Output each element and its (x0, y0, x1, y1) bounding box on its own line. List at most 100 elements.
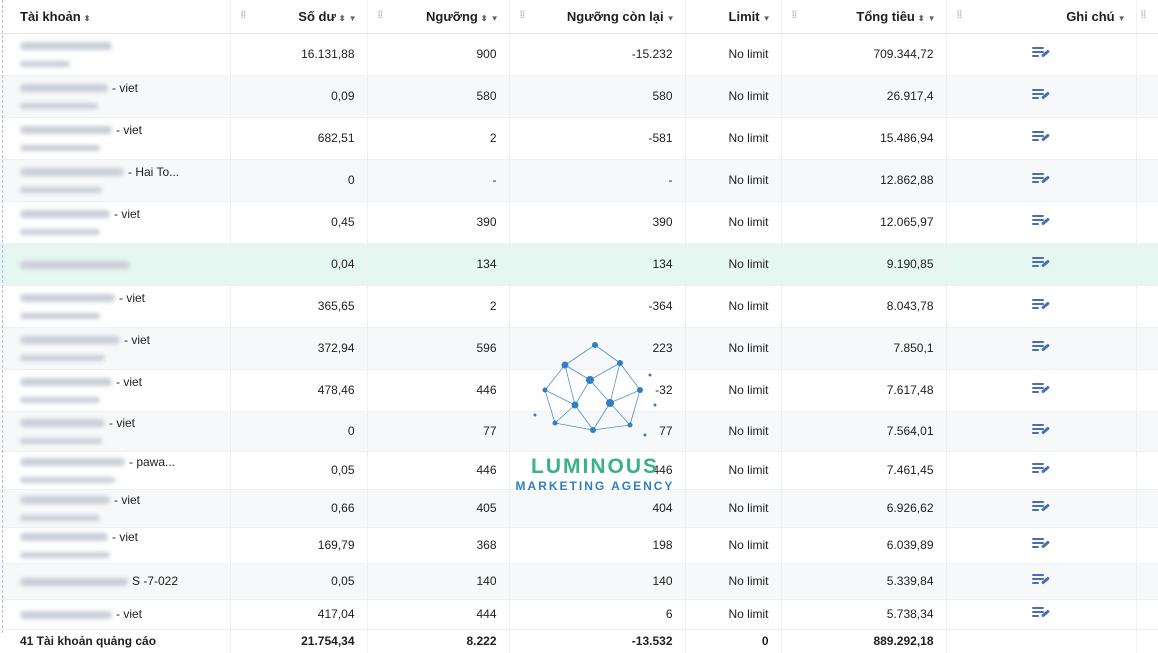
total-spend-cell: 709.344,72 (781, 33, 947, 76)
caret-down-icon[interactable]: ▼ (667, 14, 675, 23)
col-header-account[interactable]: Tài khoản ⬍ (0, 0, 231, 34)
col-header-balance[interactable]: ⁞⁞ Số dư ⬍ ▼ (230, 0, 368, 34)
note-cell[interactable] (946, 201, 1137, 244)
table-row[interactable]: - viet 0,09 580 580 No limit 26.917,4 (0, 75, 1158, 118)
note-cell[interactable] (946, 527, 1137, 564)
column-grip-icon[interactable]: ⁞⁞ (378, 10, 384, 21)
note-cell[interactable] (946, 75, 1137, 118)
account-name-suffix: - viet (116, 122, 143, 137)
col-header-label: Ngưỡng (426, 8, 478, 24)
edit-note-icon[interactable] (1032, 462, 1050, 476)
limit-cell: No limit (685, 369, 782, 412)
col-header-remaining-threshold[interactable]: ⁞⁞ Ngưỡng còn lại ▼ (509, 0, 686, 34)
account-name-suffix: - viet (119, 290, 146, 305)
col-header-limit[interactable]: Limit ▼ (685, 0, 782, 34)
table-row[interactable]: - viet 417,04 444 6 No limit 5.738,34 (0, 599, 1158, 630)
table-row[interactable]: - Hai To... 0- - No limit 12.862,88 (0, 159, 1158, 202)
account-cell[interactable]: - viet (0, 411, 231, 452)
caret-down-icon[interactable]: ▼ (491, 14, 499, 23)
edit-note-icon[interactable] (1032, 606, 1050, 620)
note-cell[interactable] (946, 599, 1137, 630)
column-grip-icon[interactable]: ⁞⁞ (1141, 10, 1147, 21)
sort-arrows-icon[interactable]: ⬍ (84, 14, 91, 23)
extra-cell (1136, 117, 1158, 160)
col-header-total-spend[interactable]: ⁞⁞ Tổng tiêu ⬍ ▼ (781, 0, 947, 34)
account-cell[interactable]: - viet (0, 327, 231, 370)
caret-down-icon[interactable]: ▼ (763, 14, 771, 23)
caret-down-icon[interactable]: ▼ (928, 14, 936, 23)
edit-note-icon[interactable] (1032, 172, 1050, 186)
table-row[interactable]: - viet 0,66 405 404 No limit 6.926,62 (0, 489, 1158, 528)
note-cell[interactable] (946, 33, 1137, 76)
edit-note-icon[interactable] (1032, 340, 1050, 354)
note-cell[interactable] (946, 563, 1137, 600)
column-grip-icon[interactable]: ⁞⁞ (792, 10, 798, 21)
table-row[interactable]: 16.131,88 900 -15.232 No limit 709.344,72 (0, 33, 1158, 76)
note-cell[interactable] (946, 411, 1137, 452)
edit-note-icon[interactable] (1032, 500, 1050, 514)
remaining-threshold-cell: 77 (509, 411, 686, 452)
note-cell[interactable] (946, 159, 1137, 202)
sort-arrows-icon[interactable]: ⬍ (339, 14, 346, 23)
edit-note-icon[interactable] (1032, 537, 1050, 551)
edit-note-icon[interactable] (1032, 46, 1050, 60)
col-header-note[interactable]: ⁞⁞ Ghi chú ▼ (946, 0, 1137, 34)
account-cell[interactable]: - viet (0, 75, 231, 118)
limit-cell: No limit (685, 285, 782, 328)
col-header-threshold[interactable]: ⁞⁞ Ngưỡng ⬍ ▼ (367, 0, 510, 34)
table-row[interactable]: - viet 365,65 2 -364 No limit 8.043,78 (0, 285, 1158, 328)
column-grip-icon[interactable]: ⁞⁞ (520, 10, 526, 21)
caret-down-icon[interactable]: ▼ (1118, 14, 1126, 23)
table-row[interactable]: - viet 682,51 2 -581 No limit 15.486,94 (0, 117, 1158, 160)
note-cell[interactable] (946, 489, 1137, 528)
note-cell[interactable] (946, 243, 1137, 286)
col-header-label: Ghi chú (1066, 8, 1115, 24)
extra-cell (1136, 285, 1158, 328)
column-grip-icon[interactable]: ⁞⁞ (957, 10, 963, 21)
account-cell[interactable] (0, 33, 231, 76)
threshold-cell: 405 (367, 489, 510, 528)
edit-note-icon[interactable] (1032, 298, 1050, 312)
table-row[interactable]: - viet 0 77 77 No limit 7.564,01 (0, 411, 1158, 452)
account-cell[interactable] (0, 243, 231, 286)
account-cell[interactable]: - viet (0, 369, 231, 412)
edit-note-icon[interactable] (1032, 423, 1050, 437)
edit-note-icon[interactable] (1032, 382, 1050, 396)
note-cell[interactable] (946, 285, 1137, 328)
edit-note-icon[interactable] (1032, 130, 1050, 144)
redacted-account-id (20, 103, 98, 110)
edit-note-icon[interactable] (1032, 573, 1050, 587)
account-cell[interactable]: - viet (0, 527, 231, 564)
edit-note-icon[interactable] (1032, 256, 1050, 270)
table-row[interactable]: - pawa... 0,05 446 446 No limit 7.461,45 (0, 451, 1158, 490)
remaining-threshold-cell: 390 (509, 201, 686, 244)
account-cell[interactable]: S -7-022 (0, 563, 231, 600)
account-cell[interactable]: - viet (0, 599, 231, 630)
table-row[interactable]: 0,04 134 134 No limit 9.190,85 (0, 243, 1158, 286)
note-cell[interactable] (946, 369, 1137, 412)
table-row[interactable]: - viet 0,45 390 390 No limit 12.065,97 (0, 201, 1158, 244)
edit-note-icon[interactable] (1032, 88, 1050, 102)
column-grip-icon[interactable]: ⁞⁞ (241, 10, 247, 21)
table-row[interactable]: - viet 169,79 368 198 No limit 6.039,89 (0, 527, 1158, 564)
account-cell[interactable]: - pawa... (0, 451, 231, 490)
sort-arrows-icon[interactable]: ⬍ (481, 14, 488, 23)
table-row[interactable]: - viet 372,94 596 223 No limit 7.850,1 (0, 327, 1158, 370)
sort-arrows-icon[interactable]: ⬍ (918, 14, 925, 23)
note-cell[interactable] (946, 117, 1137, 160)
note-cell[interactable] (946, 451, 1137, 490)
account-cell[interactable]: - viet (0, 201, 231, 244)
account-cell[interactable]: - viet (0, 489, 231, 528)
table-row[interactable]: - viet 478,46 446 -32 No limit 7.617,48 (0, 369, 1158, 412)
table-row[interactable]: S -7-022 0,05 140 140 No limit 5.339,84 (0, 563, 1158, 600)
total-spend-cell: 12.065,97 (781, 201, 947, 244)
account-cell[interactable]: - viet (0, 117, 231, 160)
caret-down-icon[interactable]: ▼ (349, 14, 357, 23)
note-cell[interactable] (946, 327, 1137, 370)
extra-cell (1136, 33, 1158, 76)
account-cell[interactable]: - viet (0, 285, 231, 328)
total-spend-cell: 7.564,01 (781, 411, 947, 452)
account-cell[interactable]: - Hai To... (0, 159, 231, 202)
edit-note-icon[interactable] (1032, 214, 1050, 228)
col-header-label: Limit (728, 8, 760, 24)
